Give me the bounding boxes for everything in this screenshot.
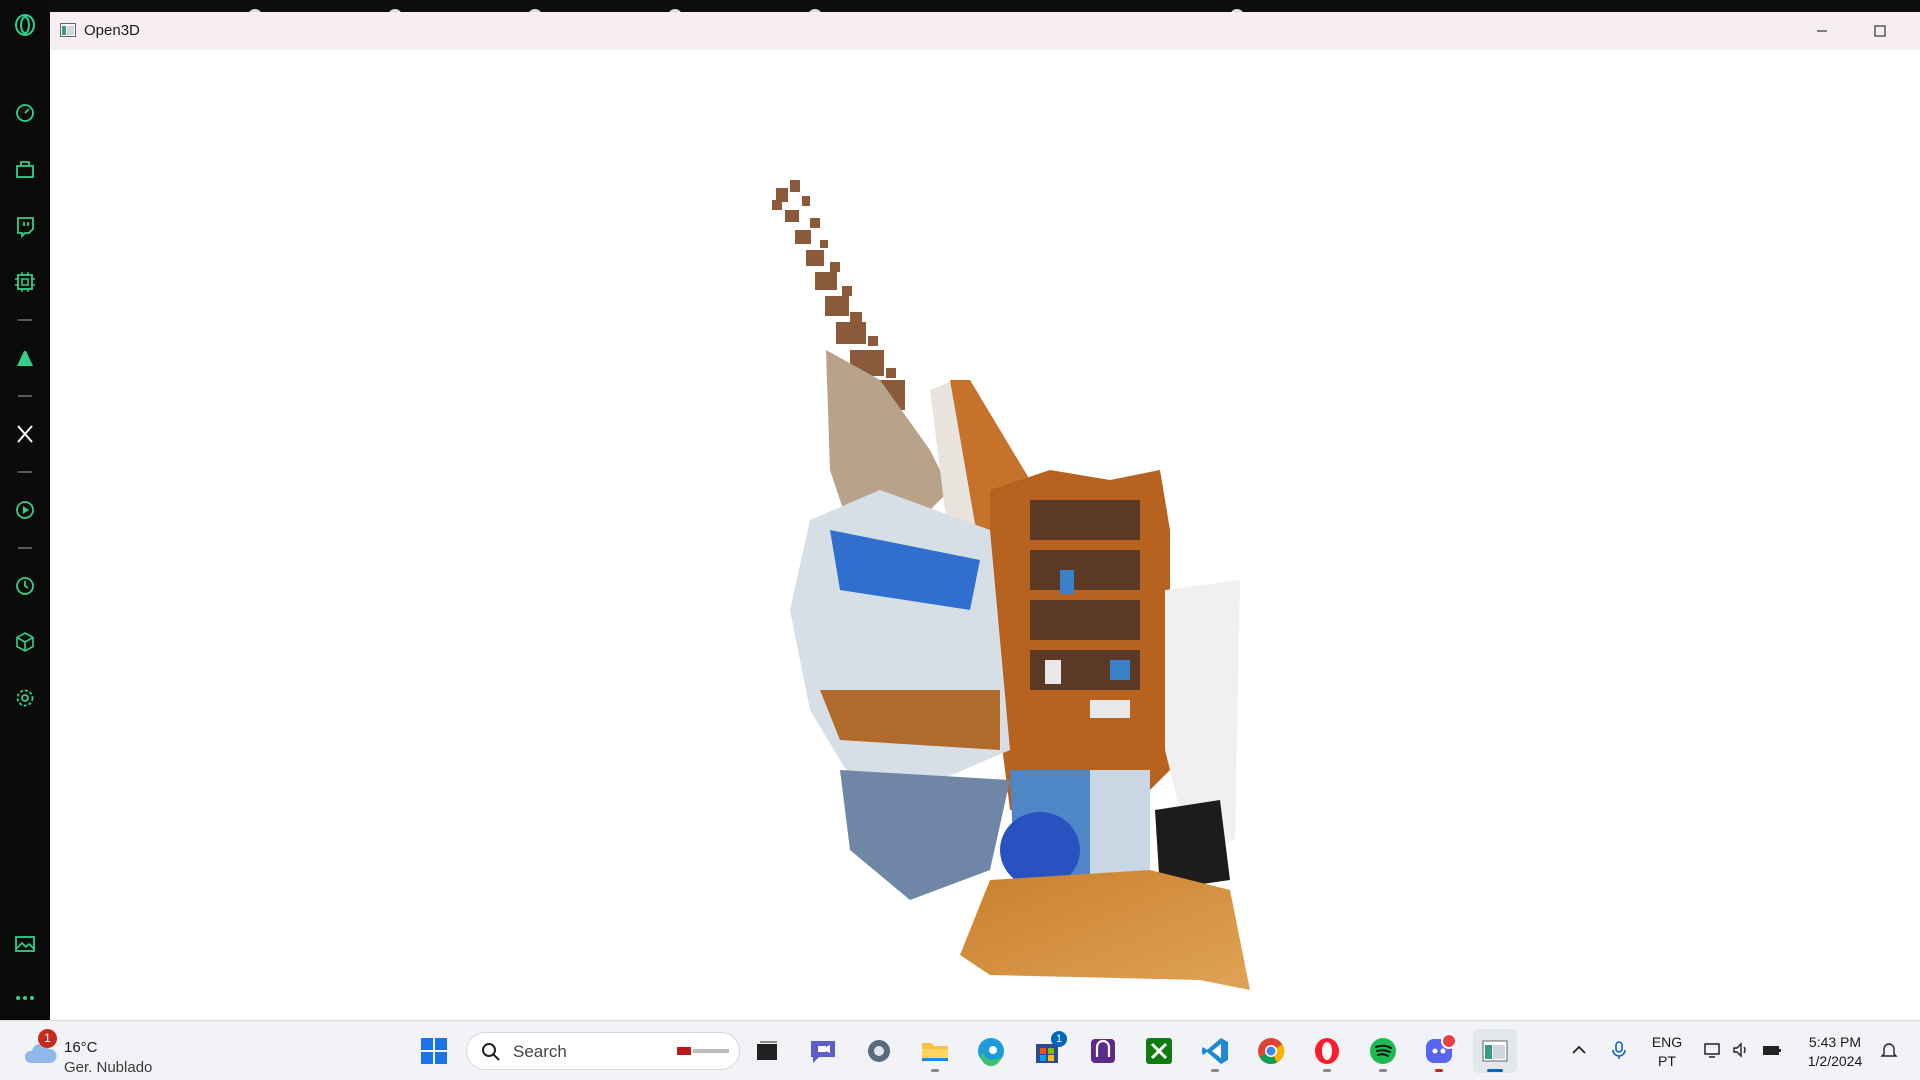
weather-temperature: 16°C [64,1039,98,1056]
search-placeholder: Search [513,1042,567,1061]
running-indicator [1435,1069,1443,1072]
settings-icon [868,1040,890,1062]
opera-icon [1315,1038,1339,1064]
sidebar-divider [18,547,32,549]
microphone-icon [1612,1041,1626,1059]
discord-notification-dot [1441,1033,1457,1049]
battery-icon [1763,1046,1781,1055]
edge-button[interactable] [969,1029,1013,1073]
start-button[interactable] [412,1029,456,1073]
battery-button[interactable] [1760,1035,1784,1065]
open3d-icon [1482,1040,1508,1062]
running-indicator [1379,1069,1387,1072]
aria-icon[interactable] [11,344,39,372]
window-title: Open3D [84,22,140,39]
discord-button[interactable] [1417,1029,1461,1073]
more-dots-icon[interactable] [11,984,39,1012]
network-monitor-icon [1704,1043,1720,1058]
twitch-icon[interactable] [11,212,39,240]
store-badge: 1 [1051,1031,1067,1047]
gallery-icon[interactable] [11,930,39,958]
vscode-button[interactable] [1193,1029,1237,1073]
running-indicator [1211,1069,1219,1072]
3d-viewport[interactable] [50,50,1920,1020]
show-hidden-icons-button[interactable] [1568,1035,1590,1065]
taskbar: 1 16°C Ger. Nublado Search 1 ENG PT 5:43… [0,1020,1920,1080]
settings-button[interactable] [857,1029,901,1073]
search-icon [482,1043,500,1061]
system-clock[interactable]: 5:43 PM 1/2/2024 [1795,1033,1875,1071]
sidebar-divider [18,319,32,321]
photo-app-button[interactable] [1081,1029,1125,1073]
point-cloud-render [772,180,1250,990]
chat-icon [811,1041,835,1063]
weather-condition: Ger. Nublado [64,1059,153,1076]
edge-icon [978,1038,1004,1067]
volume-button[interactable] [1730,1035,1752,1065]
task-view-button[interactable] [745,1029,789,1073]
vscode-icon [1202,1038,1228,1064]
notifications-button[interactable] [1878,1035,1900,1065]
chevron-up-icon [1572,1045,1586,1054]
spotify-icon [1370,1038,1396,1064]
chat-button[interactable] [801,1029,845,1073]
microphone-button[interactable] [1608,1035,1630,1065]
language-secondary: PT [1658,1053,1676,1069]
input-language-indicator[interactable]: ENG PT [1645,1033,1689,1071]
spotify-button[interactable] [1361,1029,1405,1073]
chrome-button[interactable] [1249,1029,1293,1073]
active-indicator [1487,1069,1503,1072]
folder-icon [922,1043,948,1061]
title-bar[interactable]: Open3D [50,12,1920,50]
speed-dial-icon[interactable] [11,99,39,127]
opera-button[interactable] [1305,1029,1349,1073]
weather-widget[interactable]: 1 16°C Ger. Nublado [20,1029,170,1076]
extensions-cube-icon[interactable] [11,628,39,656]
running-indicator [1323,1069,1331,1072]
sidebar-divider [18,471,32,473]
minimize-icon [1817,30,1827,32]
network-button[interactable] [1702,1035,1724,1065]
browser-sidebar [0,0,50,1020]
clock-date: 1/2/2024 [1807,1053,1863,1069]
player-icon[interactable] [11,496,39,524]
open3d-window: Open3D [50,12,1920,1020]
cpu-icon[interactable] [11,268,39,296]
store-button[interactable]: 1 [1025,1029,1069,1073]
language-primary: ENG [1651,1034,1683,1050]
open3d-app-icon [60,23,76,37]
shopping-icon[interactable] [11,155,39,183]
notification-bell-icon [1880,1043,1898,1057]
task-view-icon [757,1041,777,1060]
open3d-taskbar-button[interactable] [1473,1029,1517,1073]
clock-time: 5:43 PM [1808,1034,1862,1050]
taskbar-search-box[interactable]: Search [466,1032,740,1070]
history-icon[interactable] [11,572,39,600]
chrome-icon [1258,1038,1285,1064]
background-window-strip [0,0,1920,23]
maximize-icon [1874,25,1886,37]
photo-app-icon [1091,1039,1115,1063]
xbox-button[interactable] [1137,1029,1181,1073]
speaker-icon [1733,1042,1746,1058]
settings-gear-icon[interactable] [11,684,39,712]
weather-badge: 1 [38,1029,57,1048]
search-highlight-icon [677,1047,729,1055]
maximize-button[interactable] [1852,12,1908,50]
windows-start-icon [421,1038,447,1064]
sidebar-divider [18,395,32,397]
file-explorer-button[interactable] [913,1029,957,1073]
x-twitter-icon[interactable] [11,420,39,448]
minimize-button[interactable] [1794,12,1850,50]
xbox-icon [1146,1038,1172,1064]
running-indicator [931,1069,939,1072]
opera-logo-icon[interactable] [11,11,39,39]
